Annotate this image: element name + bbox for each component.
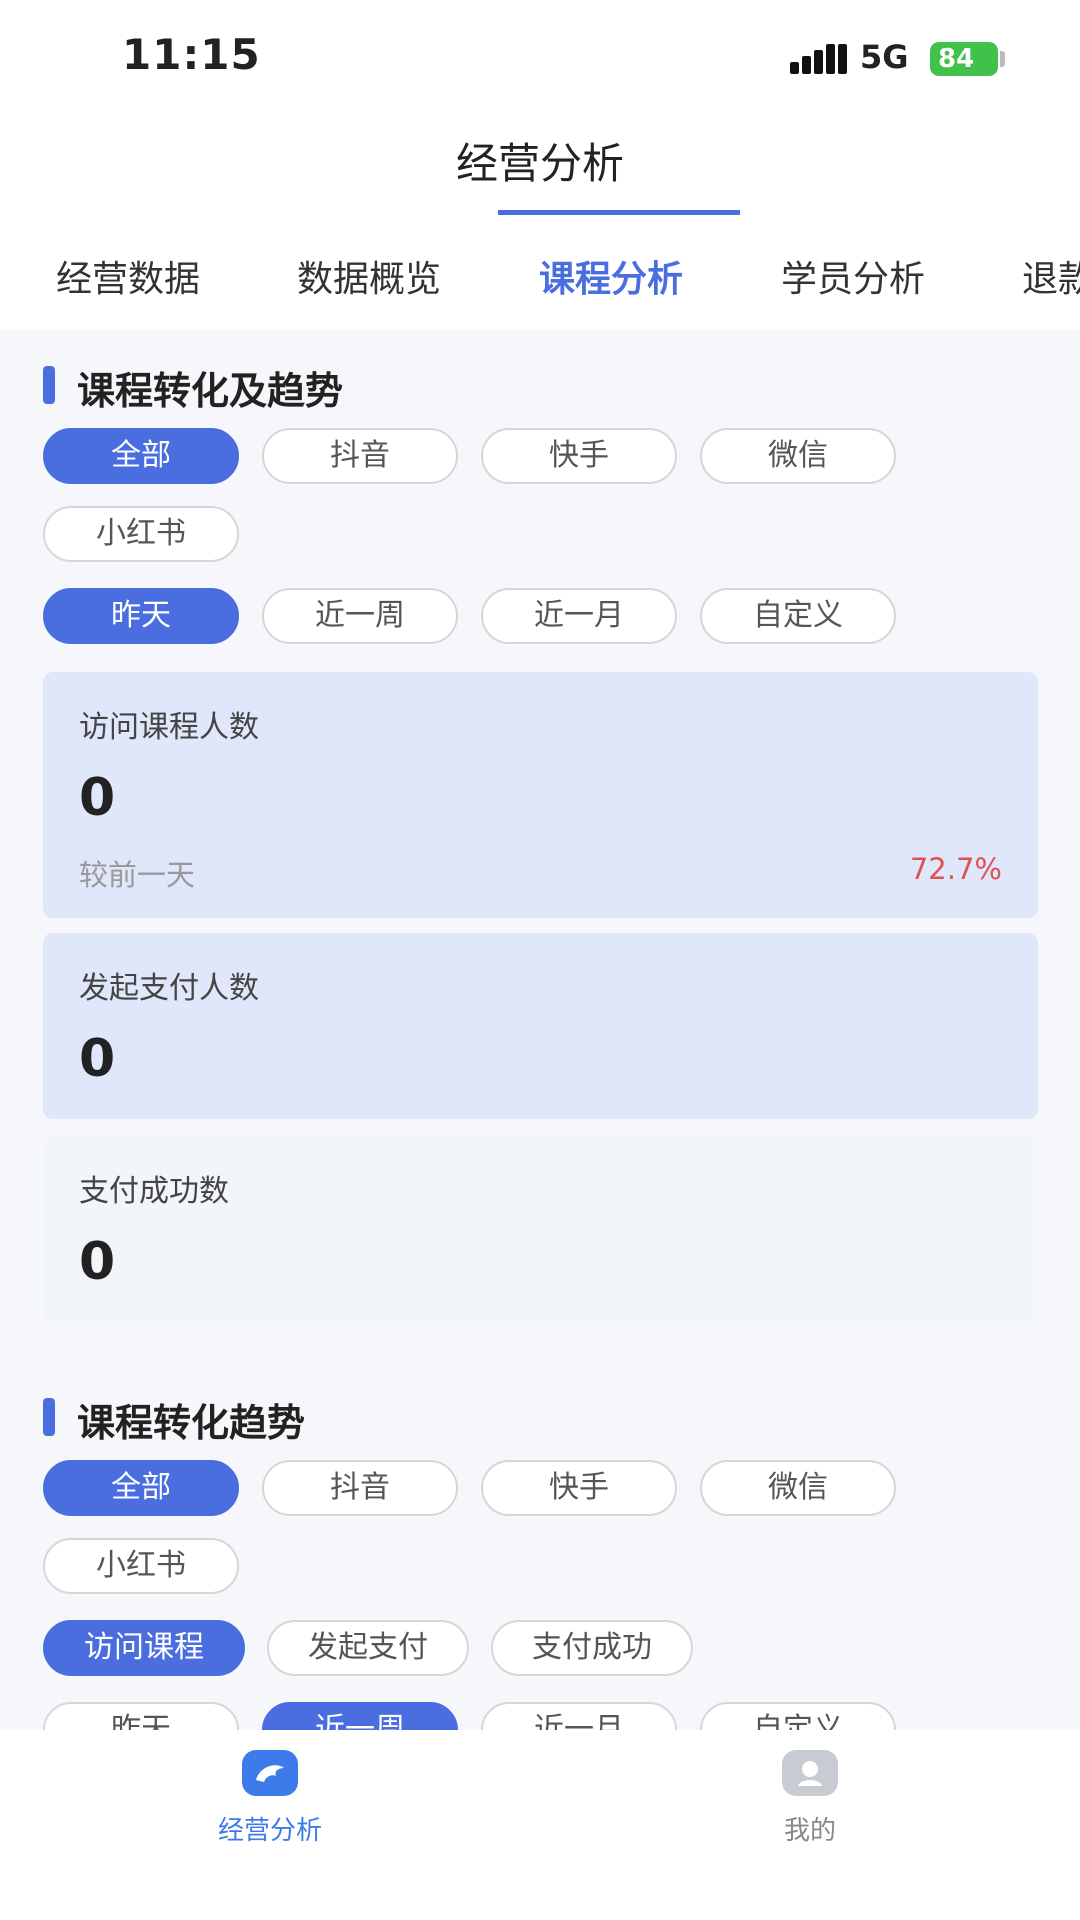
card-value: 0 — [79, 1232, 116, 1292]
filter-period-week[interactable]: 近一周 — [262, 1702, 458, 1732]
filter-channel-douyin[interactable]: 抖音 — [262, 1460, 458, 1516]
tab-course-analysis[interactable]: 课程分析 — [539, 250, 683, 302]
network-type: 5G — [860, 38, 909, 76]
status-time: 11:15 — [122, 30, 261, 79]
nav-mine[interactable]: 我的 — [710, 1750, 910, 1847]
filter-period-week[interactable]: 近一周 — [262, 588, 458, 644]
tab-business-data[interactable]: 经营数据 — [56, 250, 200, 302]
section-marker — [43, 1398, 55, 1436]
filter-period-custom[interactable]: 自定义 — [700, 1702, 896, 1732]
nav-business-analysis[interactable]: 经营分析 — [170, 1750, 370, 1847]
conversion-section: 课程转化及趋势 全部 抖音 快手 微信 小红书 昨天 近一周 近一月 自定义 访… — [0, 330, 1080, 1330]
filter-period-yesterday[interactable]: 昨天 — [43, 588, 239, 644]
bottom-nav: 经营分析 我的 — [0, 1730, 1080, 1920]
battery-level: 84 — [938, 44, 975, 74]
filter-metric-initiate-payment[interactable]: 发起支付 — [267, 1620, 469, 1676]
filter-channel-all[interactable]: 全部 — [43, 1460, 239, 1516]
filter-channel-wechat[interactable]: 微信 — [700, 428, 896, 484]
card-value: 0 — [79, 768, 116, 828]
battery-cap — [1000, 51, 1005, 67]
nav-label: 经营分析 — [217, 1816, 322, 1846]
header: 经营分析 经营数据 数据概览 课程分析 学员分析 退款 — [0, 115, 1080, 330]
signal-icon — [790, 44, 847, 74]
page-title: 经营分析 — [455, 139, 624, 188]
profile-icon — [782, 1750, 838, 1796]
filter-channel-douyin[interactable]: 抖音 — [262, 428, 458, 484]
nav-label: 我的 — [783, 1816, 836, 1846]
visitors-card: 访问课程人数 0 较前一天 72.7% — [43, 672, 1038, 918]
filter-period-custom[interactable]: 自定义 — [700, 588, 896, 644]
tab-data-overview[interactable]: 数据概览 — [297, 250, 441, 302]
filter-period-month[interactable]: 近一月 — [481, 1702, 677, 1732]
status-bar: 11:15 5G 84 — [0, 0, 1080, 115]
filter-metric-visit[interactable]: 访问课程 — [43, 1620, 245, 1676]
compare-percentage: 72.7% — [909, 852, 1002, 886]
card-label: 发起支付人数 — [79, 971, 259, 1006]
tab-student-analysis[interactable]: 学员分析 — [781, 250, 925, 302]
tab-refund[interactable]: 退款 — [1022, 250, 1080, 302]
payment-initiated-card: 发起支付人数 0 — [43, 933, 1038, 1119]
card-label: 访问课程人数 — [79, 710, 259, 745]
tab-bar: 经营数据 数据概览 课程分析 学员分析 退款 — [0, 250, 1080, 330]
payment-success-card: 支付成功数 0 — [43, 1136, 1038, 1322]
trend-section: 课程转化趋势 全部 抖音 快手 微信 小红书 访问课程 发起支付 支付成功 昨天… — [0, 1362, 1080, 1732]
filter-period-yesterday[interactable]: 昨天 — [43, 1702, 239, 1732]
filter-period-month[interactable]: 近一月 — [481, 588, 677, 644]
filter-channel-xiaohongshu[interactable]: 小红书 — [43, 1538, 239, 1594]
active-tab-indicator — [498, 210, 740, 215]
filter-channel-xiaohongshu[interactable]: 小红书 — [43, 506, 239, 562]
filter-channel-kuaishou[interactable]: 快手 — [481, 1460, 677, 1516]
section-title: 课程转化及趋势 — [77, 369, 344, 413]
card-value: 0 — [79, 1029, 116, 1089]
section-marker — [43, 366, 55, 404]
filter-channel-all[interactable]: 全部 — [43, 428, 239, 484]
dolphin-icon — [242, 1750, 298, 1796]
filter-channel-wechat[interactable]: 微信 — [700, 1460, 896, 1516]
battery-icon: 84 — [930, 42, 998, 76]
card-label: 支付成功数 — [79, 1174, 229, 1209]
filter-channel-kuaishou[interactable]: 快手 — [481, 428, 677, 484]
filter-metric-payment-success[interactable]: 支付成功 — [491, 1620, 693, 1676]
compare-label: 较前一天 — [79, 858, 196, 892]
section-title: 课程转化趋势 — [77, 1401, 306, 1445]
